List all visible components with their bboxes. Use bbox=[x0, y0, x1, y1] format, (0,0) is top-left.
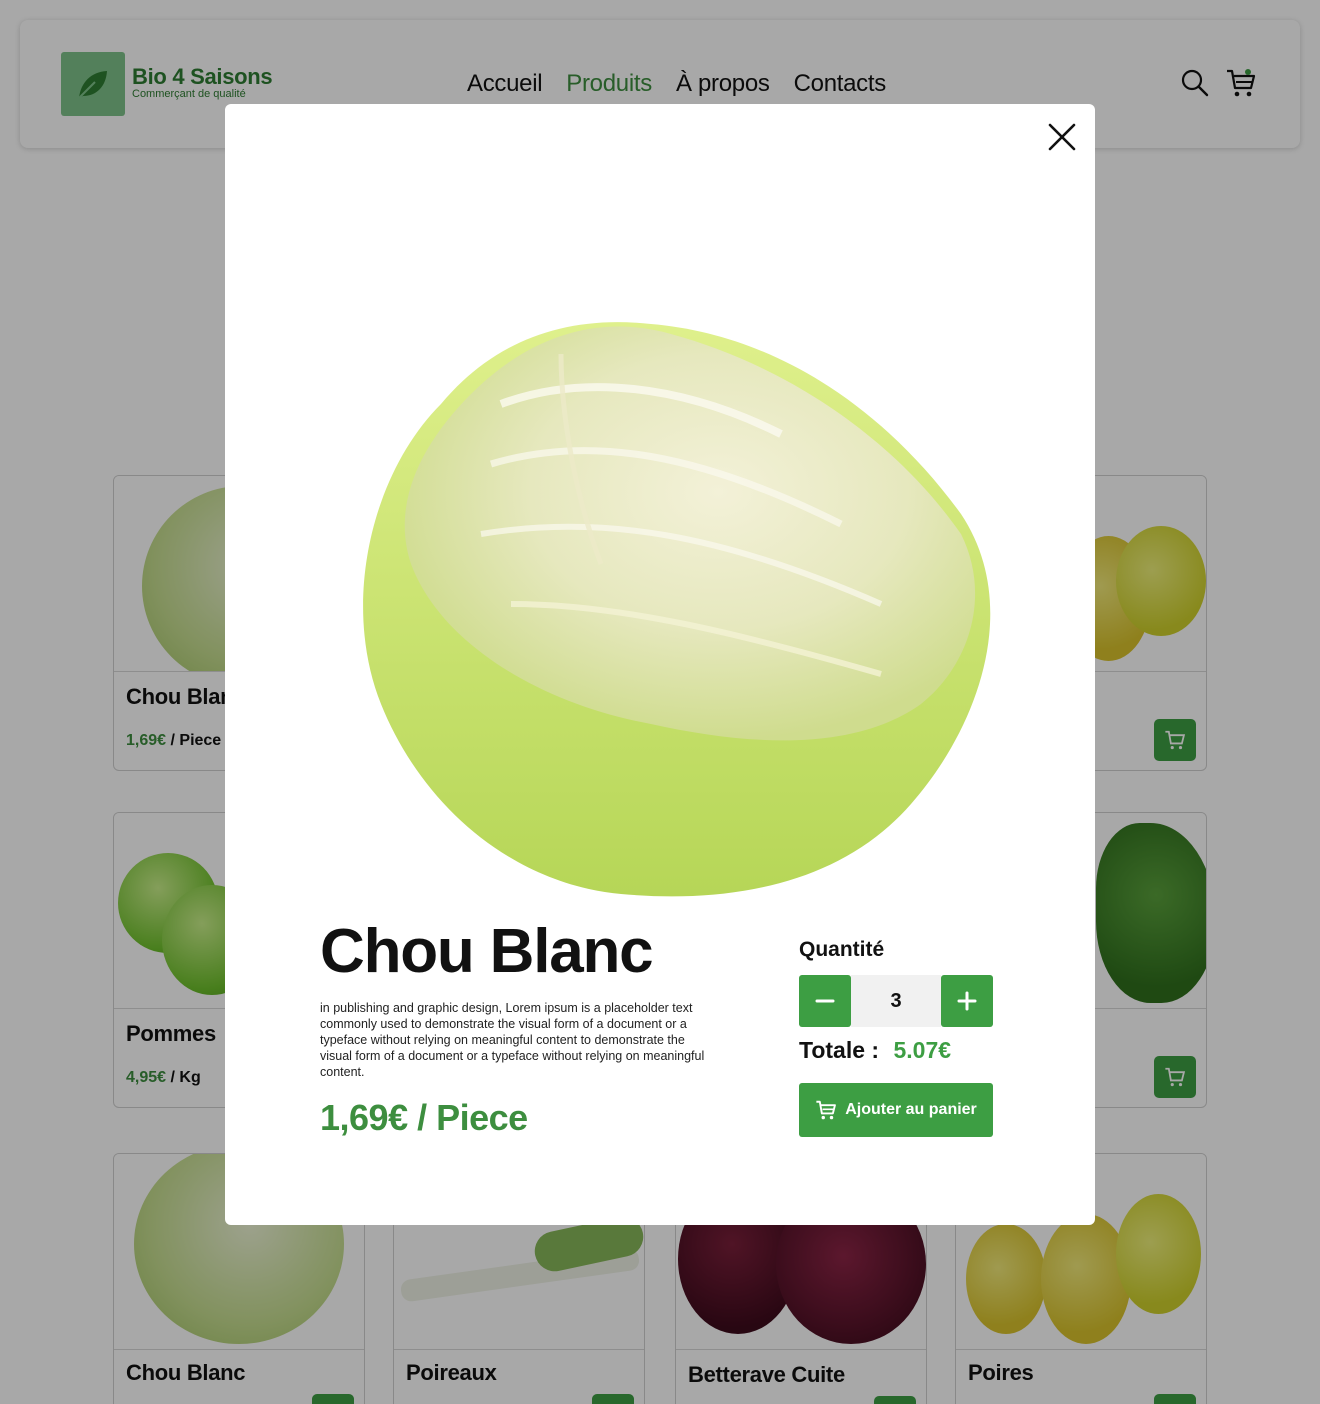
cart-icon bbox=[816, 1100, 837, 1120]
plus-icon bbox=[957, 991, 977, 1011]
decrement-button[interactable] bbox=[799, 975, 851, 1027]
product-hero-image bbox=[363, 322, 991, 897]
total-value: 5.07€ bbox=[893, 1037, 952, 1063]
product-price: 1,69€ / Piece bbox=[320, 1097, 528, 1139]
close-icon bbox=[1048, 123, 1076, 151]
product-description: in publishing and graphic design, Lorem … bbox=[320, 1001, 705, 1079]
product-modal: Chou Blanc in publishing and graphic des… bbox=[225, 104, 1095, 1225]
minus-icon bbox=[815, 999, 835, 1003]
total-label: Totale : bbox=[799, 1037, 880, 1063]
quantity-value[interactable]: 3 bbox=[851, 975, 941, 1027]
add-to-cart-label: Ajouter au panier bbox=[845, 1101, 977, 1118]
quantity-stepper: 3 bbox=[799, 975, 993, 1027]
price-amount: 1,69€ bbox=[320, 1097, 408, 1138]
price-unit: / Piece bbox=[417, 1097, 528, 1138]
close-button[interactable] bbox=[1045, 120, 1079, 154]
add-to-cart-button[interactable]: Ajouter au panier bbox=[799, 1083, 993, 1137]
increment-button[interactable] bbox=[941, 975, 993, 1027]
product-title: Chou Blanc bbox=[320, 917, 654, 986]
total-row: Totale : 5.07€ bbox=[799, 1037, 951, 1064]
quantity-label: Quantité bbox=[799, 938, 885, 961]
